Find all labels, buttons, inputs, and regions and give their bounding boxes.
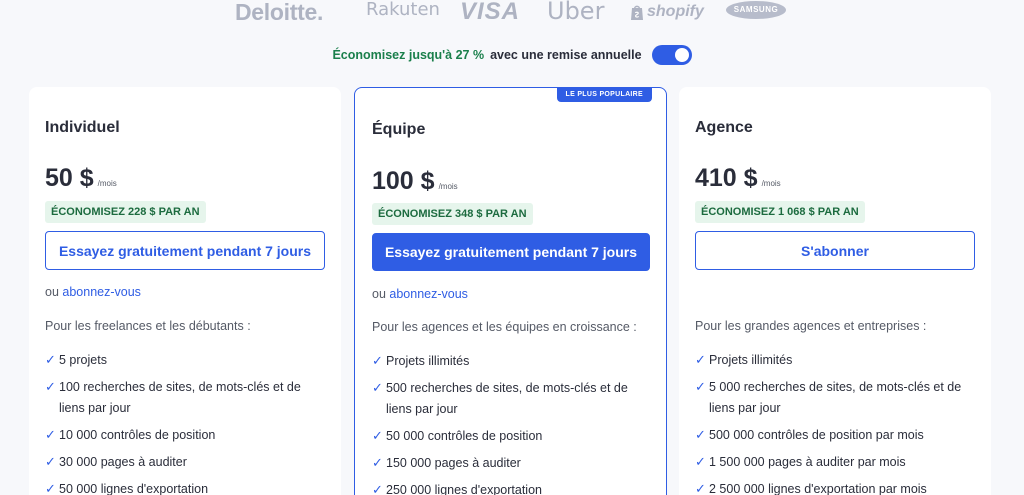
billing-toggle-row: Économisez jusqu'à 27 % avec une remise … [0,45,1024,65]
check-icon: ✓ [695,453,706,469]
savings-badge: ÉCONOMISEZ 228 $ PAR AN [45,201,206,223]
plan-description: Pour les grandes agences et entreprises … [695,319,927,333]
plan-description: Pour les freelances et les débutants : [45,319,251,333]
rakuten-logo: Rakuten [366,0,440,20]
check-icon: ✓ [45,426,56,442]
list-item: ✓ 5 projets [45,350,325,371]
feature-text: Projets illimités [709,353,793,367]
feature-text: 50 000 contrôles de position [386,428,543,443]
price-period: /mois [761,179,781,188]
feature-text: 5 projets [59,353,107,367]
list-item: ✓ 250 000 lignes d'exportation [372,480,652,495]
feature-list: ✓ 5 projets ✓ 100 recherches de sites, de … [45,350,325,495]
free-trial-button[interactable]: Essayez gratuitement pendant 7 jours [45,231,325,270]
discount-highlight: Économisez jusqu'à 27 % [332,48,485,62]
feature-text: 30 000 pages à auditer [59,454,187,469]
plan-price: 50 $ /mois [45,164,117,193]
plan-price: 410 $ /mois [695,164,781,193]
plan-name: Individuel [45,119,120,136]
price-amount: 410 $ [695,164,758,192]
annual-billing-toggle[interactable] [651,45,692,65]
shopify-logo: shopify [630,0,704,24]
feature-text: 1 500 000 pages à auditer par mois [709,454,906,469]
check-icon: ✓ [45,352,56,367]
feature-list: ✓ Projets illimités ✓ 5 000 recherches de … [695,350,975,495]
list-item: ✓ 5 000 recherches de sites, de mots-clés… [695,377,975,418]
feature-text: 5 000 recherches de sites, de mots-clés … [709,380,962,415]
toggle-knob [674,48,689,62]
or-text: ou [372,287,386,301]
feature-text: 50 000 lignes d'exportation [59,481,209,495]
check-icon: ✓ [45,480,56,495]
feature-text: 100 recherches de sites, de mots-clés et… [59,380,301,415]
plan-price: 100 $ /mois [372,167,458,196]
list-item: ✓ 10 000 contrôles de position [45,425,325,446]
shopify-logo-text: shopify [647,3,704,20]
list-item: ✓ 500 000 contrôles de position par mois [695,425,975,446]
client-logos: Deloitte. Rakuten VISA Uber shopify SAMS… [0,0,1024,26]
shopify-bag-icon [631,5,643,20]
check-icon: ✓ [45,379,56,394]
check-icon: ✓ [372,481,383,495]
subscribe-button[interactable]: S'abonner [695,231,975,270]
list-item: ✓ 2 500 000 lignes d'exportation par mois [695,479,975,495]
list-item: ✓ Projets illimités [372,351,652,372]
feature-text: 250 000 lignes d'exportation [386,482,542,495]
visa-logo: VISA [460,0,521,25]
price-amount: 50 $ [45,164,94,192]
plan-card-agence: Agence 410 $ /mois ÉCONOMISEZ 1 068 $ PA… [679,87,991,495]
feature-text: 150 000 pages à auditer [386,455,521,470]
check-icon: ✓ [372,427,383,443]
check-icon: ✓ [695,426,706,442]
price-period: /mois [97,179,117,188]
plan-description: Pour les agences et les équipes en crois… [372,320,637,334]
feature-text: Projets illimités [386,354,470,368]
savings-badge: ÉCONOMISEZ 1 068 $ PAR AN [695,201,865,223]
feature-text: 500 000 contrôles de position par mois [709,427,924,442]
deloitte-logo: Deloitte. [235,0,324,25]
check-icon: ✓ [372,454,383,470]
free-trial-button[interactable]: Essayez gratuitement pendant 7 jours [372,233,650,271]
or-subscribe: ou abonnez-vous [372,287,468,301]
list-item: ✓ 500 recherches de sites, de mots-clés e… [372,378,652,419]
feature-list: ✓ Projets illimités ✓ 500 recherches de si… [372,351,652,495]
subscribe-link[interactable]: abonnez-vous [62,285,141,299]
check-icon: ✓ [45,453,56,469]
check-icon: ✓ [695,352,706,367]
savings-badge: ÉCONOMISEZ 348 $ PAR AN [372,203,533,225]
or-text: ou [45,285,59,299]
list-item: ✓ 100 recherches de sites, de mots-clés e… [45,377,325,418]
plan-card-individuel: Individuel 50 $ /mois ÉCONOMISEZ 228 $ P… [29,87,341,495]
feature-text: 10 000 contrôles de position [59,427,216,442]
list-item: ✓ Projets illimités [695,350,975,371]
price-period: /mois [438,182,458,191]
list-item: ✓ 150 000 pages à auditer [372,453,652,474]
discount-label: avec une remise annuelle [490,48,642,62]
check-icon: ✓ [372,380,383,395]
feature-text: 2 500 000 lignes d'exportation par mois [709,481,927,495]
list-item: ✓ 30 000 pages à auditer [45,452,325,473]
list-item: ✓ 50 000 contrôles de position [372,426,652,447]
list-item: ✓ 50 000 lignes d'exportation [45,479,325,495]
feature-text: 500 recherches de sites, de mots-clés et… [386,381,628,416]
most-popular-badge: LE PLUS POPULAIRE [556,87,652,102]
uber-logo: Uber [547,0,605,25]
or-subscribe: ou abonnez-vous [45,285,141,299]
plan-card-equipe: LE PLUS POPULAIRE Équipe 100 $ /mois ÉCO… [354,87,667,495]
plan-name: Équipe [372,121,426,138]
check-icon: ✓ [695,480,706,495]
samsung-logo: SAMSUNG [726,1,786,19]
check-icon: ✓ [695,379,706,394]
check-icon: ✓ [372,353,383,368]
list-item: ✓ 1 500 000 pages à auditer par mois [695,452,975,473]
plan-name: Agence [695,119,753,136]
subscribe-link[interactable]: abonnez-vous [389,287,468,301]
price-amount: 100 $ [372,167,435,195]
